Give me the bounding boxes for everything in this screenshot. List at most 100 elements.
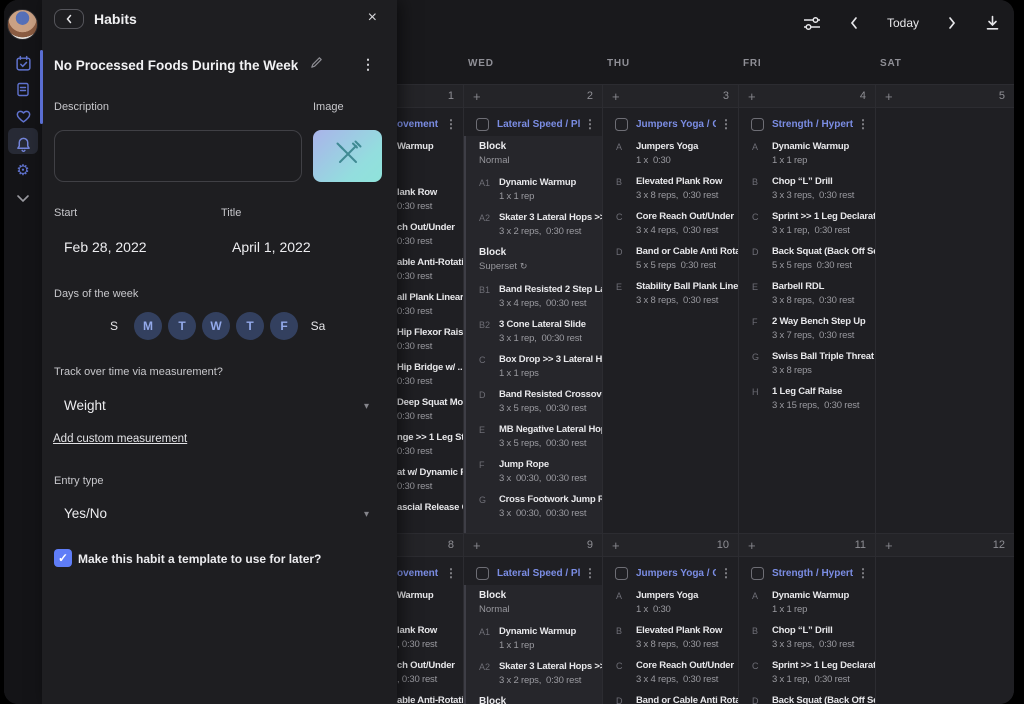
- add-event-button[interactable]: +: [885, 539, 893, 552]
- exercise-item[interactable]: GCross Footwork Jump Rope3 x 00:30, 00:3…: [466, 493, 602, 520]
- filter-sliders-icon[interactable]: [803, 16, 821, 31]
- exercise-item[interactable]: ADynamic Warmup1 x 1 rep: [739, 589, 875, 616]
- day-toggle-m[interactable]: M: [134, 312, 162, 340]
- workout-title[interactable]: ovement Q...: [397, 568, 441, 579]
- user-avatar[interactable]: [7, 9, 38, 40]
- workout-title[interactable]: Strength / Hypertro...: [772, 119, 853, 130]
- exercise-item[interactable]: A2Skater 3 Lateral Hops >> ...3 x 2 reps…: [466, 211, 602, 238]
- exercise-item[interactable]: AJumpers Yoga1 x 0:30: [603, 589, 738, 616]
- today-button[interactable]: Today: [887, 16, 919, 30]
- workout-menu-icon[interactable]: ⋮: [853, 117, 869, 131]
- exercise-item[interactable]: EMB Negative Lateral Hop...3 x 5 reps, 0…: [466, 423, 602, 450]
- workout-menu-icon[interactable]: ⋮: [716, 117, 732, 131]
- workout-title[interactable]: ovement Q...: [397, 119, 441, 130]
- sidebar-item-settings[interactable]: ⚙: [4, 157, 42, 183]
- template-checkbox[interactable]: ✓: [54, 549, 72, 567]
- day-toggle-f[interactable]: F: [270, 312, 298, 340]
- workout-menu-icon[interactable]: ⋮: [441, 566, 457, 580]
- sidebar-item-notifications[interactable]: [4, 132, 42, 158]
- sidebar-expand[interactable]: [4, 185, 42, 211]
- app-sidebar: ⚙: [4, 0, 42, 704]
- workout-menu-icon[interactable]: ⋮: [716, 566, 732, 580]
- day-toggle-t[interactable]: T: [236, 312, 264, 340]
- start-value[interactable]: Feb 28, 2022: [64, 239, 147, 255]
- day-toggle-w[interactable]: W: [202, 312, 230, 340]
- exercise-item[interactable]: A1Dynamic Warmup1 x 1 rep: [466, 625, 602, 652]
- day-toggle-sa[interactable]: Sa: [304, 312, 332, 340]
- back-button[interactable]: [54, 9, 84, 29]
- workout-title[interactable]: Strength / Hypertro...: [772, 568, 853, 579]
- add-event-button[interactable]: +: [473, 539, 481, 552]
- download-icon[interactable]: [985, 15, 1000, 31]
- exercise-item[interactable]: DBack Squat (Back Off Set)5 x 5 reps 0:3…: [739, 245, 875, 272]
- add-event-button[interactable]: +: [748, 90, 756, 103]
- prev-week-button[interactable]: [849, 16, 859, 30]
- entry-type-chevron-icon[interactable]: ▾: [364, 509, 369, 520]
- measurement-chevron-icon[interactable]: ▾: [364, 401, 369, 412]
- workout-title[interactable]: Lateral Speed / Plyo: [497, 568, 580, 579]
- workout-menu-icon[interactable]: ⋮: [441, 117, 457, 131]
- exercise-item[interactable]: CCore Reach Out/Under3 x 4 reps, 0:30 re…: [603, 210, 738, 237]
- exercise-item[interactable]: BElevated Plank Row3 x 8 reps, 0:30 rest: [603, 175, 738, 202]
- add-event-button[interactable]: +: [612, 539, 620, 552]
- exercise-item[interactable]: DBand or Cable Anti Rotati...: [603, 694, 738, 704]
- exercise-item[interactable]: AJumpers Yoga1 x 0:30: [603, 140, 738, 167]
- add-custom-measurement-link[interactable]: Add custom measurement: [53, 433, 187, 445]
- workout-title[interactable]: Lateral Speed / Plyo: [497, 119, 580, 130]
- sidebar-item-health[interactable]: [4, 103, 42, 129]
- exercise-item[interactable]: DBand or Cable Anti Rotati...5 x 5 reps …: [603, 245, 738, 272]
- cycle-icon[interactable]: ↻: [517, 262, 527, 272]
- add-event-button[interactable]: +: [473, 90, 481, 103]
- exercise-item[interactable]: H1 Leg Calf Raise3 x 15 reps, 0:30 rest: [739, 385, 875, 412]
- workout-checkbox[interactable]: [751, 567, 764, 580]
- workout-title[interactable]: Jumpers Yoga / Core: [636, 119, 716, 130]
- workout-checkbox[interactable]: [615, 567, 628, 580]
- workout-checkbox[interactable]: [476, 567, 489, 580]
- workout-menu-icon[interactable]: ⋮: [853, 566, 869, 580]
- description-input[interactable]: [54, 130, 302, 182]
- exercise-item[interactable]: B23 Cone Lateral Slide3 x 1 rep, 00:30 r…: [466, 318, 602, 345]
- exercise-item[interactable]: BChop “L” Drill3 x 3 reps, 0:30 rest: [739, 175, 875, 202]
- workout-menu-icon[interactable]: ⋮: [580, 117, 596, 131]
- exercise-item[interactable]: A1Dynamic Warmup1 x 1 rep: [466, 176, 602, 203]
- exercise-item[interactable]: EStability Ball Plank Linear ...3 x 8 re…: [603, 280, 738, 307]
- add-event-button[interactable]: +: [748, 539, 756, 552]
- edit-pencil-icon[interactable]: [310, 56, 323, 74]
- exercise-item[interactable]: BElevated Plank Row3 x 8 reps, 0:30 rest: [603, 624, 738, 651]
- exercise-item[interactable]: BChop “L” Drill3 x 3 reps, 0:30 rest: [739, 624, 875, 651]
- exercise-item[interactable]: DBack Squat (Back Off Set): [739, 694, 875, 704]
- panel-scrollbar[interactable]: [40, 50, 43, 124]
- exercise-detail: 3 x 00:30, 00:30 rest: [499, 507, 602, 520]
- sidebar-item-calendar[interactable]: [4, 50, 42, 76]
- workout-checkbox[interactable]: [476, 118, 489, 131]
- add-event-button[interactable]: +: [612, 90, 620, 103]
- add-event-button[interactable]: +: [885, 90, 893, 103]
- next-week-button[interactable]: [947, 16, 957, 30]
- exercise-item[interactable]: B1Band Resisted 2 Step Late...3 x 4 reps…: [466, 283, 602, 310]
- workout-checkbox[interactable]: [615, 118, 628, 131]
- day-toggle-t[interactable]: T: [168, 312, 196, 340]
- exercise-item[interactable]: ADynamic Warmup1 x 1 rep: [739, 140, 875, 167]
- exercise-item[interactable]: FJump Rope3 x 00:30, 00:30 rest: [466, 458, 602, 485]
- habit-image[interactable]: [313, 130, 382, 182]
- day-toggle-s[interactable]: S: [100, 312, 128, 340]
- habit-menu-icon[interactable]: ⋮: [361, 56, 375, 73]
- exercise-item[interactable]: EBarbell RDL3 x 8 reps, 0:30 rest: [739, 280, 875, 307]
- entry-type-select[interactable]: Yes/No: [64, 506, 107, 521]
- exercise-item[interactable]: A2Skater 3 Lateral Hops >> ...3 x 2 reps…: [466, 660, 602, 687]
- workout-menu-icon[interactable]: ⋮: [580, 566, 596, 580]
- workout-checkbox[interactable]: [751, 118, 764, 131]
- exercise-item[interactable]: DBand Resisted Crossover...3 x 5 reps, 0…: [466, 388, 602, 415]
- exercise-item[interactable]: F2 Way Bench Step Up3 x 7 reps, 0:30 res…: [739, 315, 875, 342]
- exercise-item[interactable]: CSprint >> 1 Leg Declarations3 x 1 rep, …: [739, 210, 875, 237]
- sidebar-item-documents[interactable]: [4, 76, 42, 102]
- exercise-item[interactable]: CSprint >> 1 Leg Declarations3 x 1 rep, …: [739, 659, 875, 686]
- exercise-item[interactable]: CBox Drop >> 3 Lateral H...1 x 1 reps: [466, 353, 602, 380]
- end-value[interactable]: April 1, 2022: [232, 239, 311, 255]
- exercise-item[interactable]: GSwiss Ball Triple Threat3 x 8 reps: [739, 350, 875, 377]
- close-icon[interactable]: ×: [368, 8, 377, 28]
- exercise-item[interactable]: CCore Reach Out/Under3 x 4 reps, 0:30 re…: [603, 659, 738, 686]
- measurement-select[interactable]: Weight: [64, 398, 106, 413]
- date-number: 3: [723, 90, 729, 102]
- workout-title[interactable]: Jumpers Yoga / Core: [636, 568, 716, 579]
